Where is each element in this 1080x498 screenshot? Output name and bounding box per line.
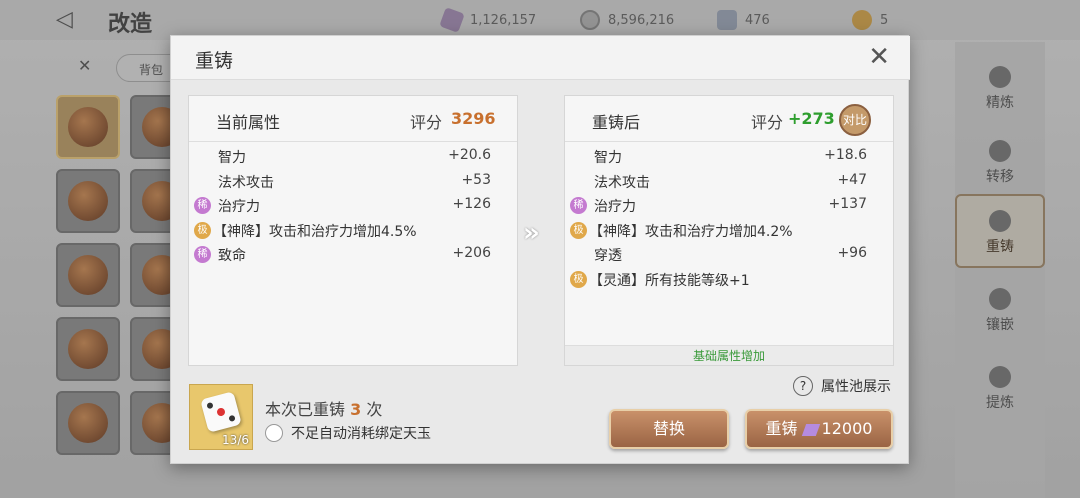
panel-title: 当前属性 xyxy=(216,113,281,132)
auto-consume-option[interactable]: 不足自动消耗绑定天玉 xyxy=(265,423,431,443)
panel-header: 重铸后 评分 +273 对比 xyxy=(565,96,893,142)
attribute-value: +18.6 xyxy=(824,147,867,163)
panel-title: 重铸后 xyxy=(592,113,641,132)
rare-badge-icon: 稀 xyxy=(570,197,587,214)
reforge-count-suffix: 次 xyxy=(366,400,383,419)
rare-badge-icon: 稀 xyxy=(194,246,211,263)
attribute-row: 法术攻击 +47 xyxy=(565,169,893,194)
help-icon[interactable]: ? xyxy=(793,376,813,396)
attribute-name: 治疗力 xyxy=(218,199,260,215)
attribute-row: 极 【神降】攻击和治疗力增加4.5% xyxy=(189,218,517,243)
replace-button[interactable]: 替换 xyxy=(609,409,729,449)
attribute-row: 智力 +18.6 xyxy=(565,144,893,169)
attribute-name: 【灵通】所有技能等级+1 xyxy=(589,272,750,289)
panel-header: 当前属性 评分 3296 xyxy=(189,96,517,142)
score-value: 3296 xyxy=(451,109,496,128)
attribute-value: +96 xyxy=(837,245,867,261)
attribute-name: 治疗力 xyxy=(594,199,636,215)
base-attribute-note: 基础属性增加 xyxy=(565,345,893,365)
attribute-value: +53 xyxy=(461,171,491,188)
extreme-badge-icon: 极 xyxy=(570,221,587,239)
reforge-dice-item: 13/6 xyxy=(189,384,253,450)
attribute-name: 【神降】攻击和治疗力增加4.5% xyxy=(213,223,417,240)
close-icon[interactable]: ✕ xyxy=(868,42,890,72)
rare-badge-icon: 稀 xyxy=(194,197,211,214)
jade-gem-icon xyxy=(801,423,820,436)
attribute-value: +47 xyxy=(837,171,867,188)
reforge-cost: 12000 xyxy=(821,419,873,438)
score-label: 评分 xyxy=(410,113,443,132)
attribute-name: 致命 xyxy=(218,248,246,264)
attribute-value: +206 xyxy=(452,245,491,261)
attribute-value: +137 xyxy=(828,196,867,212)
reforge-button-label: 重铸 xyxy=(765,419,798,438)
attribute-name: 智力 xyxy=(218,150,246,166)
auto-consume-checkbox[interactable] xyxy=(265,424,283,442)
attribute-name: 【神降】攻击和治疗力增加4.2% xyxy=(589,223,793,240)
attribute-list: 智力 +20.6 法术攻击 +53 稀 治疗力 +126 极 【神降】攻击和治疗… xyxy=(189,144,517,267)
attribute-value: +20.6 xyxy=(448,147,491,163)
double-chevron-right-icon: » xyxy=(523,218,540,248)
score-label: 评分 xyxy=(751,113,784,132)
attribute-row: 极 【灵通】所有技能等级+1 xyxy=(565,267,893,292)
attribute-row: 稀 治疗力 +137 xyxy=(565,193,893,218)
attribute-row: 穿透 +96 xyxy=(565,242,893,267)
extreme-badge-icon: 极 xyxy=(194,221,211,239)
attribute-pool-link[interactable]: ? 属性池展示 xyxy=(793,376,891,396)
reforged-attributes-panel: 重铸后 评分 +273 对比 智力 +18.6 法术攻击 +47 稀 治疗力 +… xyxy=(564,95,894,366)
compare-button[interactable]: 对比 xyxy=(839,104,871,136)
reforge-count-text: 本次已重铸 3 次 xyxy=(265,396,382,420)
attribute-pool-label: 属性池展示 xyxy=(821,379,891,395)
reforge-count: 3 xyxy=(350,400,362,419)
attribute-name: 法术攻击 xyxy=(218,174,274,191)
reforge-count-prefix: 本次已重铸 xyxy=(265,400,346,419)
extreme-badge-icon: 极 xyxy=(570,270,587,288)
reforge-button[interactable]: 重铸 12000 xyxy=(745,409,893,449)
dice-icon xyxy=(200,391,242,433)
current-attributes-panel: 当前属性 评分 3296 智力 +20.6 法术攻击 +53 稀 治疗力 +12… xyxy=(188,95,518,366)
auto-consume-label: 不足自动消耗绑定天玉 xyxy=(291,426,431,442)
score-delta: +273 xyxy=(788,109,835,128)
attribute-name: 法术攻击 xyxy=(594,174,650,191)
dialog-footer: 13/6 本次已重铸 3 次 不足自动消耗绑定天玉 ? 属性池展示 替换 重铸 1… xyxy=(171,376,910,465)
attribute-name: 智力 xyxy=(594,150,622,166)
attribute-row: 智力 +20.6 xyxy=(189,144,517,169)
attribute-row: 法术攻击 +53 xyxy=(189,169,517,194)
attribute-row: 稀 治疗力 +126 xyxy=(189,193,517,218)
attribute-name: 穿透 xyxy=(594,248,622,264)
attribute-value: +126 xyxy=(452,196,491,212)
dice-count: 13/6 xyxy=(222,433,249,447)
dialog-header: 重铸 ✕ xyxy=(171,36,910,80)
attribute-row: 稀 致命 +206 xyxy=(189,242,517,267)
dialog-title: 重铸 xyxy=(195,50,234,72)
reforge-dialog: 重铸 ✕ 当前属性 评分 3296 智力 +20.6 法术攻击 +53 稀 治疗… xyxy=(170,35,910,465)
attribute-list: 智力 +18.6 法术攻击 +47 稀 治疗力 +137 极 【神降】攻击和治疗… xyxy=(565,144,893,291)
attribute-row: 极 【神降】攻击和治疗力增加4.2% xyxy=(565,218,893,243)
